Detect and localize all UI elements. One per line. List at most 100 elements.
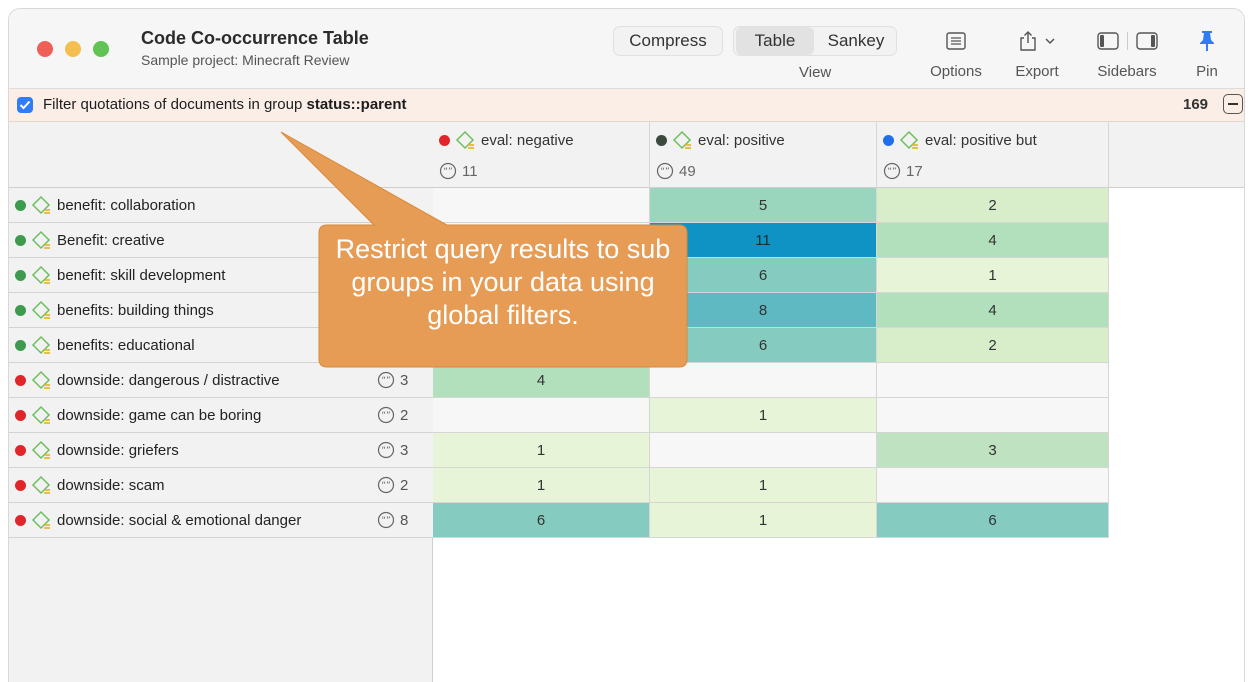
- column-header[interactable]: eval: positive but “” 17: [877, 122, 1109, 188]
- row-code-name: downside: game can be boring: [15, 398, 261, 432]
- column-header[interactable]: eval: negative “” 11: [433, 122, 650, 188]
- pin-button[interactable]: Pin: [1179, 27, 1235, 80]
- code-color-dot: [15, 514, 26, 526]
- code-icon: [31, 195, 51, 215]
- export-label: Export: [1015, 63, 1059, 80]
- svg-text:“”: “”: [887, 167, 896, 177]
- table-cell[interactable]: 1: [433, 468, 650, 503]
- column-quotation-count: “” 49: [656, 162, 696, 180]
- column-label: eval: positive: [698, 131, 785, 149]
- row-label: benefit: skill development: [57, 266, 226, 284]
- code-icon: [672, 130, 692, 150]
- filter-text: Filter quotations of documents in group: [43, 96, 307, 113]
- sidebars-button[interactable]: Sidebars: [1087, 27, 1167, 80]
- quotation-icon: “”: [439, 162, 457, 180]
- table-cell[interactable]: [877, 363, 1109, 398]
- code-icon: [31, 370, 51, 390]
- code-icon: [31, 440, 51, 460]
- svg-text:“”: “”: [381, 411, 390, 421]
- row-header[interactable]: downside: scam “” 2: [9, 468, 433, 503]
- table-cell[interactable]: 6: [433, 503, 650, 538]
- table-cell[interactable]: 3: [877, 433, 1109, 468]
- svg-text:“”: “”: [443, 167, 452, 177]
- table-cell[interactable]: 11: [650, 223, 877, 258]
- table-cell[interactable]: 8: [650, 293, 877, 328]
- code-icon: [31, 265, 51, 285]
- row-header[interactable]: downside: game can be boring “” 2: [9, 398, 433, 433]
- row-count: 8: [400, 511, 409, 529]
- column-quotation-count: “” 17: [883, 162, 923, 180]
- table-cell[interactable]: [433, 188, 650, 223]
- table-cell[interactable]: 5: [650, 188, 877, 223]
- row-header[interactable]: downside: griefers “” 3: [9, 433, 433, 468]
- table-cell[interactable]: [877, 398, 1109, 433]
- svg-text:“”: “”: [381, 481, 390, 491]
- export-icon: [1020, 31, 1036, 51]
- view-option-sankey[interactable]: Sankey: [816, 27, 896, 55]
- svg-text:“”: “”: [660, 167, 669, 177]
- column-count: 11: [462, 162, 478, 180]
- table-cell[interactable]: [650, 363, 877, 398]
- svg-text:“”: “”: [381, 516, 390, 526]
- remove-filter-button[interactable]: [1223, 94, 1243, 114]
- table-cell[interactable]: [433, 328, 650, 363]
- svg-text:“”: “”: [381, 376, 390, 386]
- row-header[interactable]: downside: social & emotional danger “” 8: [9, 503, 433, 538]
- filter-checkbox[interactable]: [17, 97, 33, 113]
- table-cell[interactable]: 6: [650, 258, 877, 293]
- code-icon: [31, 405, 51, 425]
- toolbar: Code Co-occurrence Table Sample project:…: [9, 9, 1244, 89]
- close-window-button[interactable]: [37, 41, 53, 57]
- row-header[interactable]: benefits: educational: [9, 328, 433, 363]
- table-cell[interactable]: [877, 468, 1109, 503]
- export-button[interactable]: Export: [1005, 27, 1069, 80]
- table-cell[interactable]: 1: [433, 433, 650, 468]
- row-quotation-count: “” 8: [377, 503, 408, 537]
- column-label: eval: positive but: [925, 131, 1037, 149]
- filter-count: 169: [1183, 96, 1209, 113]
- code-icon: [31, 510, 51, 530]
- table-cell[interactable]: 4: [433, 363, 650, 398]
- view-option-table[interactable]: Table: [736, 27, 814, 55]
- quotation-icon: “”: [883, 162, 901, 180]
- table-cell[interactable]: 2: [877, 188, 1109, 223]
- table-cell[interactable]: 1: [877, 258, 1109, 293]
- table-cell[interactable]: 1: [650, 468, 877, 503]
- zoom-window-button[interactable]: [93, 41, 109, 57]
- code-icon: [31, 335, 51, 355]
- table-cell[interactable]: 2: [877, 328, 1109, 363]
- options-label: Options: [930, 63, 982, 80]
- checkmark-icon: [19, 100, 31, 110]
- code-color-dot: [15, 199, 26, 211]
- sidebar-right-icon: [1135, 32, 1158, 50]
- table-cell[interactable]: [433, 398, 650, 433]
- cooccurrence-table: eval: negative “” 11 eval: positive “” 49 eval…: [9, 122, 1244, 682]
- table-cell[interactable]: 4: [877, 293, 1109, 328]
- code-color-dot: [15, 374, 26, 386]
- compress-button[interactable]: Compress: [613, 26, 723, 56]
- row-count: 3: [400, 441, 409, 459]
- table-cell[interactable]: 1: [650, 398, 877, 433]
- row-header[interactable]: downside: dangerous / distractive “” 3: [9, 363, 433, 398]
- table-cell[interactable]: 6: [877, 503, 1109, 538]
- sidebar-left-icon: [1096, 32, 1119, 50]
- code-icon: [455, 130, 475, 150]
- window-title: Code Co-occurrence Table: [141, 28, 369, 48]
- code-color-dot: [15, 234, 26, 246]
- column-header[interactable]: eval: positive “” 49: [650, 122, 877, 188]
- window-subtitle: Sample project: Minecraft Review: [141, 52, 350, 68]
- quotation-icon: “”: [377, 441, 395, 459]
- row-code-name: benefits: building things: [15, 293, 214, 327]
- row-quotation-count: “” 2: [377, 468, 408, 502]
- table-cell[interactable]: 6: [650, 328, 877, 363]
- code-color-dot: [15, 444, 26, 456]
- row-label: benefits: educational: [57, 336, 195, 354]
- options-icon: [946, 32, 966, 50]
- table-cell[interactable]: [650, 433, 877, 468]
- svg-text:“”: “”: [381, 446, 390, 456]
- table-cell[interactable]: 4: [877, 223, 1109, 258]
- options-button[interactable]: Options: [921, 27, 991, 80]
- row-header[interactable]: benefit: collaboration: [9, 188, 433, 223]
- minimize-window-button[interactable]: [65, 41, 81, 57]
- table-cell[interactable]: 1: [650, 503, 877, 538]
